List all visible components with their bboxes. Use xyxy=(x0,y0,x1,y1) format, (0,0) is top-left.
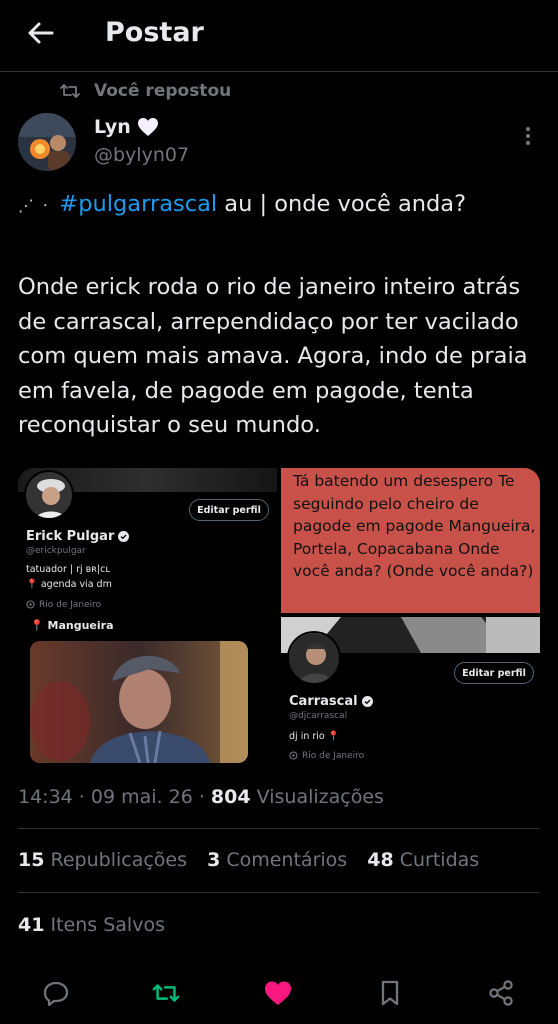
hashtag-link[interactable]: #pulgarrascal xyxy=(59,191,217,217)
profile-name-carrascal: Carrascal xyxy=(289,694,373,709)
profile-location-carrascal: Rio de Janeiro xyxy=(289,751,364,761)
page-title: Postar xyxy=(105,17,204,48)
saved-count: 41 xyxy=(18,914,45,936)
views-count: 804 xyxy=(210,786,251,808)
share-button[interactable] xyxy=(486,978,516,1008)
decorative-emoji: ⋰ ⸱ xyxy=(18,196,50,215)
photo-person xyxy=(30,641,248,763)
profile-location-erick: Rio de Janeiro xyxy=(26,600,101,610)
profile-name-text: Carrascal xyxy=(289,694,358,709)
more-icon[interactable] xyxy=(517,124,539,148)
comments-count: 3 xyxy=(207,849,221,871)
profile-bio-line1: tatuador | rj ʙʀ|ᴄʟ xyxy=(26,564,111,575)
media-image-profile-erick[interactable]: Editar perfil Erick Pulgar @erickpulgar … xyxy=(18,468,277,767)
tweet-date: 09 mai. 26 xyxy=(90,786,193,808)
location-text: Rio de Janeiro xyxy=(302,751,365,761)
like-button[interactable] xyxy=(263,978,293,1008)
likes-count: 48 xyxy=(367,849,394,871)
lyrics-text: Tá batendo um desespero Te seguindo pelo… xyxy=(293,472,536,580)
comments-label: Comentários xyxy=(226,849,348,871)
reply-icon xyxy=(43,981,69,1007)
reposts-label: Republicações xyxy=(50,849,188,871)
comments-stat[interactable]: 3 Comentários xyxy=(207,849,347,871)
author-name[interactable]: Lyn xyxy=(94,116,131,138)
location-icon xyxy=(289,751,298,760)
back-arrow-icon[interactable] xyxy=(24,16,58,50)
location-text: Rio de Janeiro xyxy=(39,600,102,610)
avatar[interactable] xyxy=(18,113,76,171)
divider xyxy=(18,892,540,893)
tweet-title-rest: au | onde você anda? xyxy=(217,191,467,217)
verified-icon xyxy=(118,531,130,542)
location-icon xyxy=(26,600,35,609)
bookmark-button[interactable] xyxy=(375,978,405,1008)
profile-avatar-erick xyxy=(24,470,74,520)
edit-profile-button-carrascal[interactable]: Editar perfil xyxy=(454,662,534,684)
top-bar: Postar xyxy=(0,0,558,72)
white-heart-icon xyxy=(137,118,158,136)
verified-icon xyxy=(361,696,373,707)
repost-notice: Você repostou xyxy=(60,80,231,102)
reply-button[interactable] xyxy=(41,978,71,1008)
author-handle: @bylyn07 xyxy=(94,144,190,166)
saved-stat[interactable]: 41 Itens Salvos xyxy=(18,914,165,936)
media-grid[interactable]: Editar perfil Erick Pulgar @erickpulgar … xyxy=(18,468,540,767)
share-icon xyxy=(489,980,513,1006)
reposts-stat[interactable]: 15 Republicações xyxy=(18,849,187,871)
divider xyxy=(18,828,540,829)
likes-label: Curtidas xyxy=(399,849,480,871)
profile-handle-erick: @erickpulgar xyxy=(26,546,86,556)
tweet-meta: 14:34 · 09 mai. 26 · 804 Visualizações xyxy=(18,786,384,808)
tweet-time: 14:34 xyxy=(18,786,73,808)
views-label[interactable]: Visualizações xyxy=(257,786,384,808)
engagement-stats: 15 Republicações 3 Comentários 48 Curtid… xyxy=(18,849,493,871)
edit-profile-button[interactable]: Editar perfil xyxy=(189,499,269,521)
profile-handle-carrascal: @djcarrascal xyxy=(289,711,348,721)
repost-icon xyxy=(60,84,80,98)
media-image-profile-carrascal[interactable]: Editar perfil Carrascal @djcarrascal dj … xyxy=(281,617,540,767)
retweet-button[interactable] xyxy=(151,978,181,1008)
profile-bio-carrascal: dj in rio 📍 xyxy=(289,731,340,742)
author-name-line: Lyn xyxy=(94,116,160,138)
profile-name-erick: Erick Pulgar xyxy=(26,529,130,544)
bookmark-icon xyxy=(381,980,399,1006)
retweet-icon xyxy=(152,984,180,1002)
media-image-lyrics[interactable]: Tá batendo um desespero Te seguindo pelo… xyxy=(281,468,540,613)
profile-name-text: Erick Pulgar xyxy=(26,529,115,544)
repost-label: Você repostou xyxy=(94,81,232,101)
profile-bio-line2: 📍 agenda via dm xyxy=(26,579,112,590)
saved-label: Itens Salvos xyxy=(50,914,165,936)
tweet-body: Onde erick roda o rio de janeiro inteiro… xyxy=(18,274,528,438)
likes-stat[interactable]: 48 Curtidas xyxy=(367,849,479,871)
profile-pin-line: 📍 Mangueira xyxy=(30,619,114,632)
tweet-first-line: ⋰ ⸱ #pulgarrascal au | onde você anda? xyxy=(18,191,466,217)
profile-avatar-carrascal xyxy=(287,631,341,685)
reposts-count: 15 xyxy=(18,849,45,871)
like-icon xyxy=(265,981,291,1005)
